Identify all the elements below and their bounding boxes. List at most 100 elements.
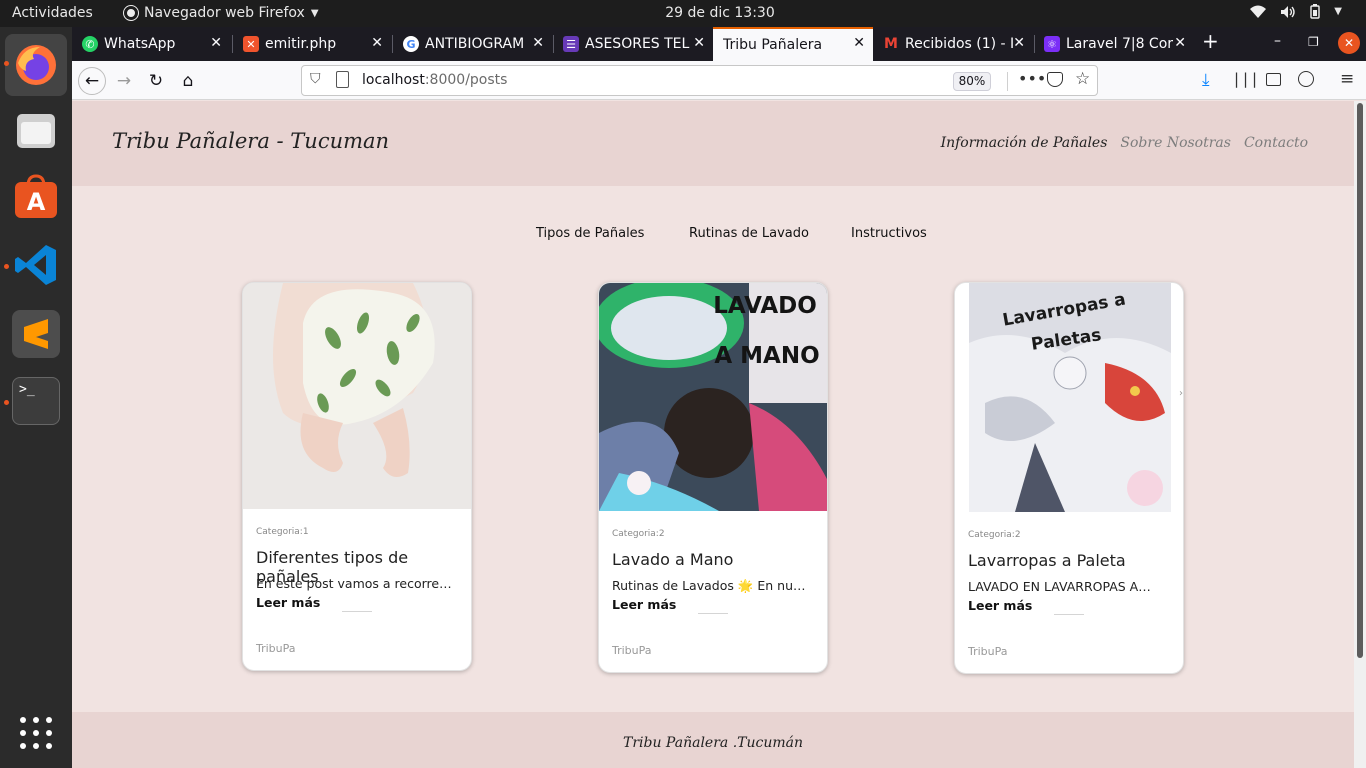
post-card[interactable]: Categoria:1 Diferentes tipos de pañales … [242, 282, 472, 671]
firefox-icon [16, 45, 56, 85]
tab-gmail[interactable]: M Recibidos (1) - I ✕ [873, 27, 1033, 61]
shield-icon[interactable]: ⛉ [310, 71, 321, 87]
url-text[interactable]: localhost:8000/posts [362, 72, 507, 88]
url-bar[interactable]: ⛉ localhost:8000/posts 80% ••• ☆ [301, 65, 1098, 96]
close-icon[interactable]: ✕ [853, 35, 865, 51]
post-card[interactable]: Lavarropas a Paletas › Categoria:2 Lavar… [954, 282, 1184, 674]
site-brand[interactable]: Tribu Pañalera - Tucuman [112, 129, 389, 153]
navigation-toolbar: ← → ↻ ⌂ ⛉ localhost:8000/posts 80% ••• ☆… [72, 61, 1366, 100]
post-title[interactable]: Lavado a Mano [612, 550, 733, 569]
app-grid-icon [20, 717, 52, 749]
post-image-hand-washing[interactable]: LAVADO A MANO [599, 283, 827, 511]
read-more-link[interactable]: Leer más [612, 597, 676, 612]
close-icon[interactable]: ✕ [1174, 35, 1186, 51]
menu-icon[interactable]: ≡ [1340, 69, 1354, 89]
sublime-text-icon [24, 319, 48, 349]
vscode-icon [15, 245, 56, 285]
dock-terminal[interactable]: >_ [12, 377, 60, 425]
close-icon[interactable]: ✕ [693, 35, 705, 51]
files-icon [17, 114, 55, 148]
site-footer: Tribu Pañalera .Tucumán [72, 712, 1354, 768]
zoom-indicator[interactable]: 80% [953, 72, 991, 91]
system-tray[interactable]: ▼ [1250, 4, 1342, 19]
post-category: Categoria:2 [612, 529, 665, 539]
xampp-icon: ✕ [243, 36, 259, 52]
category-link-rutinas[interactable]: Rutinas de Lavado [689, 226, 809, 241]
show-applications-button[interactable] [12, 709, 60, 757]
forms-icon: ☰ [563, 36, 579, 52]
hand-washing-photo: LAVADO A MANO [599, 283, 827, 511]
library-icon[interactable]: ||| [1232, 70, 1259, 88]
scrollbar-thumb[interactable] [1357, 103, 1363, 658]
post-excerpt: Rutinas de Lavados 🌟 En nu… [612, 578, 806, 593]
more-actions-icon[interactable]: ••• [1018, 69, 1046, 88]
menu-item-contacto[interactable]: Contacto [1244, 135, 1308, 151]
close-window-button[interactable]: ✕ [1338, 32, 1360, 54]
running-indicator [4, 400, 9, 405]
react-icon: ⚛ [1044, 36, 1060, 52]
post-image-washing-machine[interactable]: Lavarropas a Paletas › [955, 283, 1183, 512]
dock-files[interactable] [12, 107, 60, 155]
chevron-right-icon[interactable]: › [1179, 388, 1183, 399]
maximize-button[interactable]: ❐ [1308, 35, 1319, 49]
dock-firefox[interactable] [5, 34, 67, 96]
system-top-bar: Actividades Navegador web Firefox ▼ 29 d… [0, 0, 1366, 27]
post-excerpt: En este post vamos a recorre… [256, 576, 452, 591]
close-icon[interactable]: ✕ [532, 35, 544, 51]
wifi-icon [1250, 5, 1267, 18]
new-tab-button[interactable]: + [1202, 29, 1219, 53]
bookmark-star-icon[interactable]: ☆ [1075, 69, 1090, 89]
back-button[interactable]: ← [78, 67, 106, 95]
page-info-icon[interactable] [336, 71, 349, 88]
tab-laravel[interactable]: ⚛ Laravel 7|8 Cor ✕ [1034, 27, 1194, 61]
arrow-right-icon: → [116, 71, 132, 91]
image-caption: A MANO [714, 343, 819, 369]
divider [1054, 614, 1084, 615]
battery-icon [1310, 4, 1320, 19]
url-bar-divider [1007, 72, 1008, 91]
post-card[interactable]: LAVADO A MANO Categoria:2 Lavado a Mano … [598, 282, 828, 673]
menu-item-informacion[interactable]: Información de Pañales [941, 135, 1108, 151]
category-link-tipos[interactable]: Tipos de Pañales [536, 226, 644, 241]
post-title[interactable]: Lavarropas a Paleta [968, 551, 1126, 570]
google-icon: G [403, 36, 419, 52]
tab-strip: ✆ WhatsApp ✕ ✕ emitir.php ✕ G ANTIBIOGRA… [72, 27, 1366, 61]
tab-emitir[interactable]: ✕ emitir.php ✕ [233, 27, 391, 61]
close-icon[interactable]: ✕ [371, 35, 383, 51]
tab-tribu-panalera[interactable]: Tribu Pañalera ✕ [713, 27, 873, 61]
running-indicator [4, 264, 9, 269]
clock[interactable]: 29 de dic 13:30 [0, 5, 1366, 21]
footer-text: Tribu Pañalera .Tucumán [623, 735, 803, 751]
read-more-link[interactable]: Leer más [256, 595, 320, 610]
tab-whatsapp[interactable]: ✆ WhatsApp ✕ [72, 27, 230, 61]
close-icon[interactable]: ✕ [210, 35, 222, 51]
menu-item-sobre-nosotras[interactable]: Sobre Nosotras [1120, 135, 1231, 151]
tab-antibiograma[interactable]: G ANTIBIOGRAM ✕ [393, 27, 552, 61]
read-more-link[interactable]: Leer más [968, 598, 1032, 613]
dock-sublime-text[interactable] [12, 310, 60, 358]
account-icon[interactable] [1298, 71, 1314, 87]
home-icon: ⌂ [182, 71, 194, 91]
page-scrollbar[interactable] [1354, 101, 1366, 768]
reload-icon: ↻ [148, 71, 164, 91]
pocket-icon[interactable] [1047, 72, 1063, 87]
post-category: Categoria:2 [968, 530, 1021, 540]
site-menu: Información de Pañales Sobre Nosotras Co… [941, 135, 1308, 151]
dock-vscode[interactable] [12, 241, 60, 289]
category-link-instructivos[interactable]: Instructivos [851, 226, 927, 241]
forward-button[interactable]: → [110, 67, 138, 95]
dock-software-center[interactable]: A [12, 173, 60, 221]
terminal-icon: >_ [19, 382, 35, 397]
dock: A >_ [0, 27, 72, 768]
washing-machine-photo: Lavarropas a Paletas [969, 283, 1171, 512]
reload-button[interactable]: ↻ [142, 67, 170, 95]
close-icon[interactable]: ✕ [1013, 35, 1025, 51]
sidebar-icon[interactable] [1266, 73, 1281, 86]
minimize-button[interactable]: – [1274, 33, 1281, 49]
site-header: Tribu Pañalera - Tucuman Información de … [72, 101, 1354, 186]
post-image-diapers[interactable] [243, 283, 471, 509]
running-indicator [4, 61, 9, 66]
tab-asesores[interactable]: ☰ ASESORES TEL ✕ [553, 27, 713, 61]
home-button[interactable]: ⌂ [174, 67, 202, 95]
download-icon[interactable]: ⤓ [1202, 70, 1210, 90]
